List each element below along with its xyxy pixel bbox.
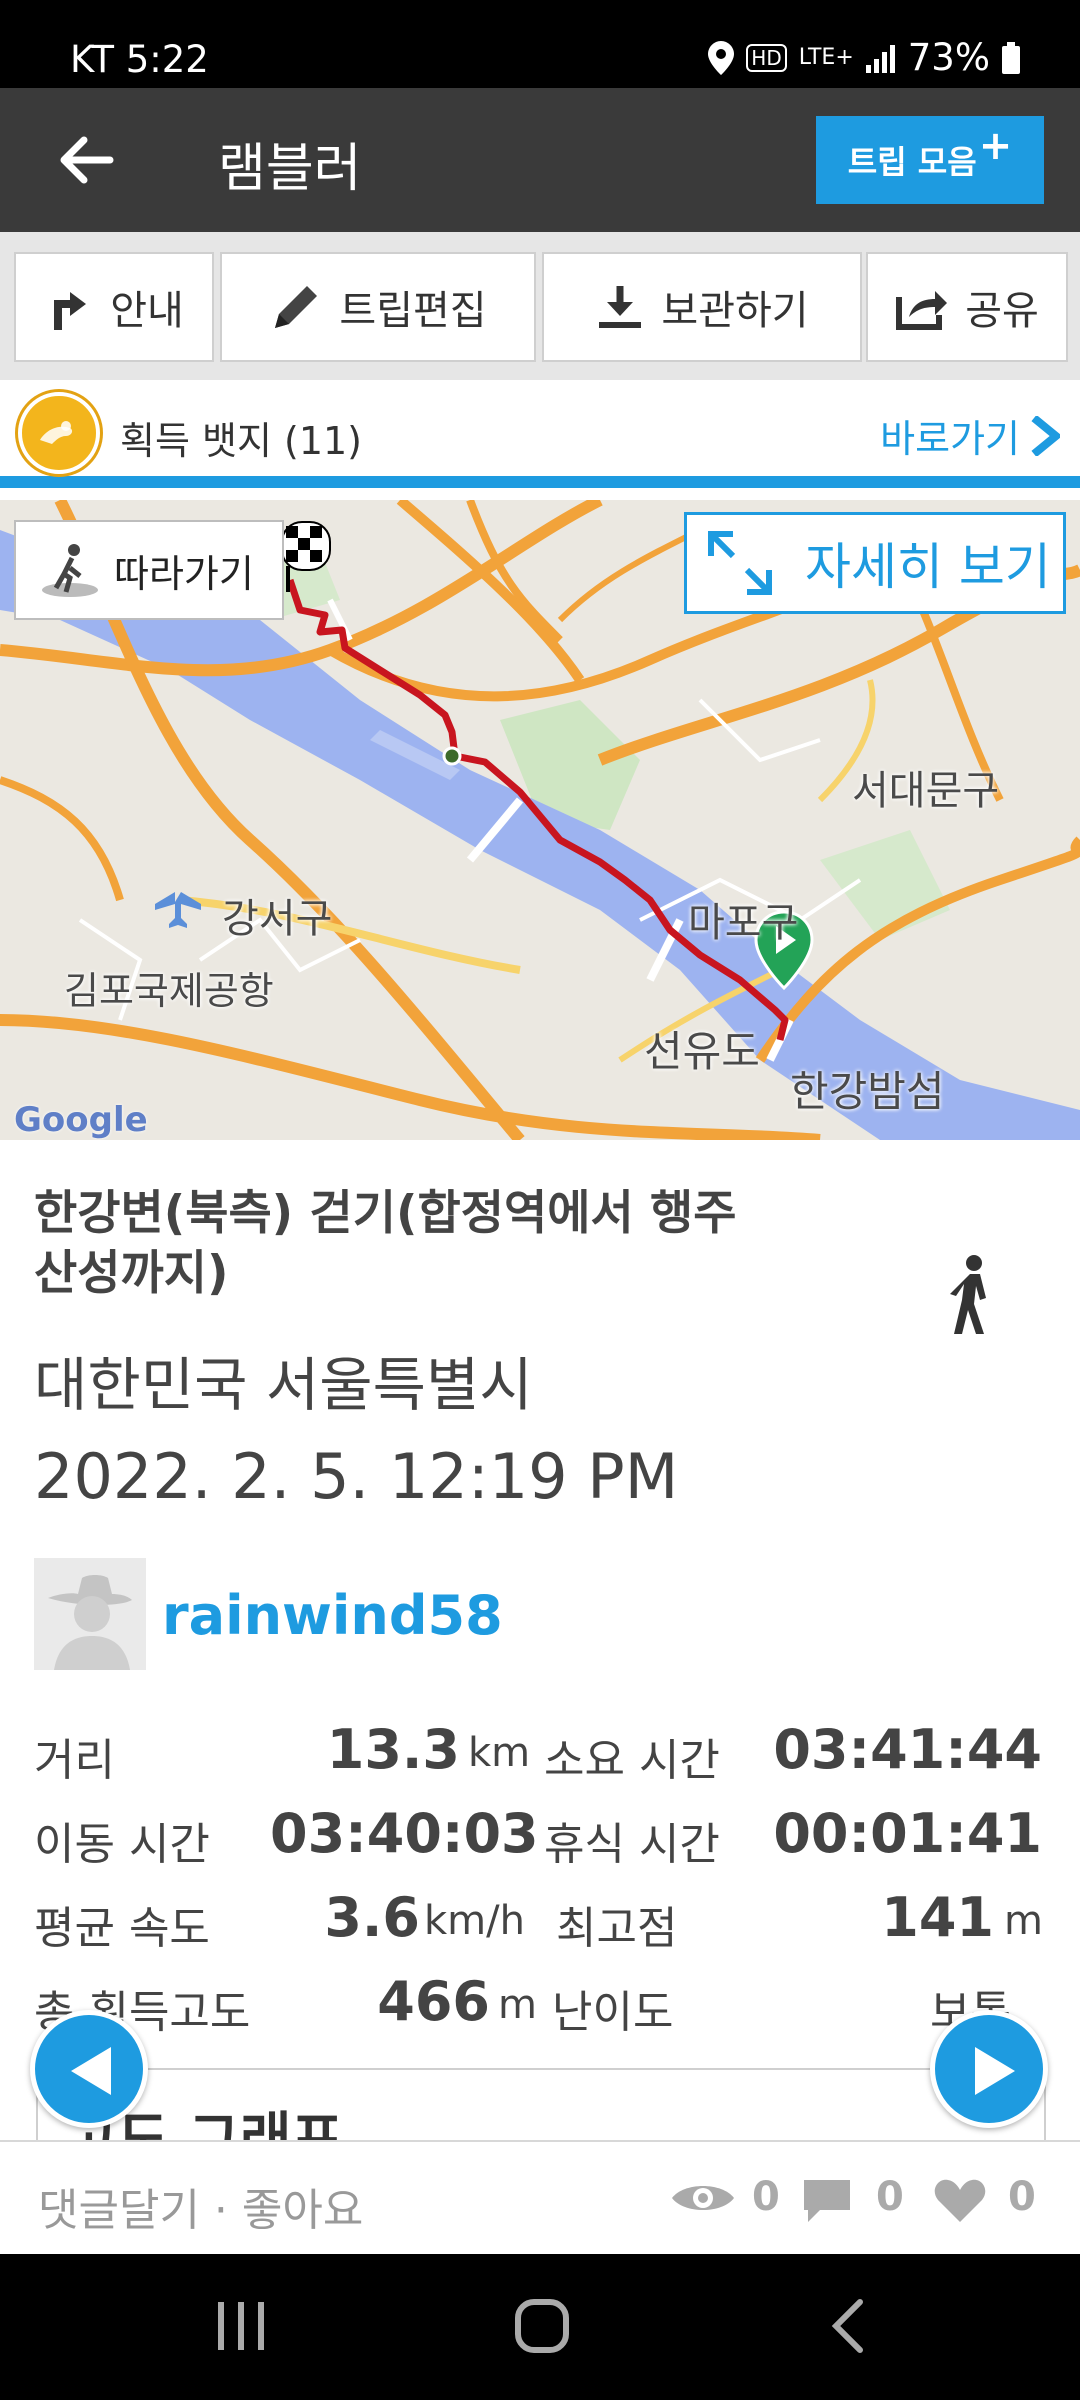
pencil-icon xyxy=(275,286,318,328)
distance-label: 거리 xyxy=(34,1735,115,1786)
map-label-seodaemun: 서대문구 xyxy=(852,768,1000,814)
status-bar: KT 5:22 HD LTE+ 73% xyxy=(0,0,1080,88)
badge-medal-icon xyxy=(18,392,100,474)
comment-like-link[interactable]: 댓글달기 · 좋아요 xyxy=(38,2174,363,2238)
view-count: 0 xyxy=(752,2174,780,2220)
carrier-time: KT 5:22 xyxy=(70,38,209,81)
badge-row[interactable]: 획득 뱃지 (11) 바로가기 xyxy=(0,380,1080,488)
highest-point-unit: m xyxy=(1004,1898,1043,1944)
elevation-gain-unit: m xyxy=(498,1982,537,2028)
plus-icon: + xyxy=(978,123,1013,169)
home-icon[interactable] xyxy=(514,2298,570,2354)
expand-icon xyxy=(708,531,772,595)
like-count: 0 xyxy=(1008,2174,1036,2220)
play-right-icon xyxy=(975,2047,1015,2095)
walking-icon xyxy=(944,1254,998,1336)
action-toolbar: 안내 트립편집 보관하기 공유 xyxy=(0,232,1080,380)
trip-collection-button[interactable]: 트립 모음 + xyxy=(816,116,1044,204)
highest-point-label: 최고점 xyxy=(556,1903,678,1954)
system-navigation-bar xyxy=(0,2254,1080,2400)
avg-speed-unit: km/h xyxy=(424,1898,525,1944)
share-label: 공유 xyxy=(965,288,1039,334)
bottom-action-bar: 댓글달기 · 좋아요 0 0 0 xyxy=(0,2140,1080,2254)
heart-icon xyxy=(934,2179,986,2222)
google-attribution: Google xyxy=(14,1100,148,1140)
status-icons: HD LTE+ 73% xyxy=(708,36,1020,79)
battery-icon xyxy=(1002,41,1020,74)
eye-icon xyxy=(672,2186,734,2210)
save-button[interactable]: 보관하기 xyxy=(542,252,862,362)
back-button[interactable] xyxy=(50,124,122,196)
badge-count-label: 획득 뱃지 (11) xyxy=(120,419,363,463)
map-label-seonyudo: 선유도 xyxy=(644,1027,760,1076)
next-trip-button[interactable] xyxy=(930,2010,1048,2128)
hiker-icon xyxy=(42,544,98,597)
app-title: 램블러 xyxy=(218,139,362,199)
edit-trip-label: 트립편집 xyxy=(339,288,487,334)
moving-time-value: 03:40:03 xyxy=(270,1802,539,1865)
comment-count: 0 xyxy=(876,2174,904,2220)
username-link[interactable]: rainwind58 xyxy=(162,1584,503,1647)
comment-icon xyxy=(804,2180,850,2222)
back-arrow-icon xyxy=(60,136,114,184)
elevation-gain-value: 466 xyxy=(377,1970,490,2033)
rest-time-label: 휴식 시간 xyxy=(544,1819,720,1870)
battery-percent: 73% xyxy=(907,36,990,79)
moving-time-label: 이동 시간 xyxy=(34,1819,210,1870)
view-detail-label: 자세히 보기 xyxy=(805,538,1051,596)
goto-label: 바로가기 xyxy=(880,417,1020,461)
map-label-hangang-bamseom: 한강밤섬 xyxy=(790,1067,945,1116)
follow-route-button[interactable]: 따라가기 xyxy=(14,520,284,620)
trip-title: 한강변(북측) 걷기(합정역에서 행주산성까지) xyxy=(34,1186,737,1301)
previous-trip-button[interactable] xyxy=(30,2010,148,2128)
play-left-icon xyxy=(71,2047,111,2095)
goto-badges-link[interactable]: 바로가기 xyxy=(880,408,1060,463)
map-label-gimpo-airport: 김포국제공항 xyxy=(64,969,274,1013)
highest-point-value: 141 xyxy=(881,1886,994,1949)
trip-collection-label: 트립 모음 xyxy=(847,143,977,181)
duration-label: 소요 시간 xyxy=(544,1735,720,1786)
distance-unit: km xyxy=(468,1730,531,1776)
trip-datetime: 2022. 2. 5. 12:19 PM xyxy=(34,1440,679,1513)
difficulty-label: 난이도 xyxy=(552,1987,674,2038)
download-icon xyxy=(599,286,642,328)
follow-label: 따라가기 xyxy=(114,551,254,596)
avg-speed-label: 평균 속도 xyxy=(34,1903,210,1954)
share-icon xyxy=(896,291,948,330)
save-label: 보관하기 xyxy=(661,288,809,334)
elevation-graph-card[interactable]: 고도 그래프 xyxy=(36,2068,1046,2148)
system-back-icon[interactable] xyxy=(830,2298,866,2354)
route-map[interactable]: 따라가기 자세히 보기 서대문구 강서구 김포국제공항 마포구 선유도 한강밤섬… xyxy=(0,500,1080,1140)
guide-button[interactable]: 안내 xyxy=(14,252,214,362)
rest-time-value: 00:01:41 xyxy=(773,1802,1042,1865)
map-label-mapo: 마포구 xyxy=(688,900,799,946)
recent-apps-icon[interactable] xyxy=(214,2300,268,2352)
avg-speed-value: 3.6 xyxy=(324,1886,420,1949)
guide-label: 안내 xyxy=(110,288,184,334)
signal-icon xyxy=(865,44,895,73)
chevron-right-icon xyxy=(1031,415,1060,456)
distance-value: 13.3 xyxy=(326,1718,460,1781)
map-label-gangseo: 강서구 xyxy=(222,896,333,942)
turn-arrow-icon xyxy=(54,292,87,330)
hd-icon: HD xyxy=(746,43,787,72)
network-type: LTE+ xyxy=(798,45,854,70)
edit-trip-button[interactable]: 트립편집 xyxy=(220,252,536,362)
duration-value: 03:41:44 xyxy=(773,1718,1042,1781)
share-button[interactable]: 공유 xyxy=(866,252,1068,362)
location-icon xyxy=(708,40,735,75)
user-avatar[interactable] xyxy=(34,1558,146,1670)
view-detail-button[interactable]: 자세히 보기 xyxy=(684,512,1066,614)
app-bar: 램블러 트립 모음 + xyxy=(0,88,1080,232)
trip-location: 대한민국 서울특별시 xyxy=(34,1351,533,1419)
